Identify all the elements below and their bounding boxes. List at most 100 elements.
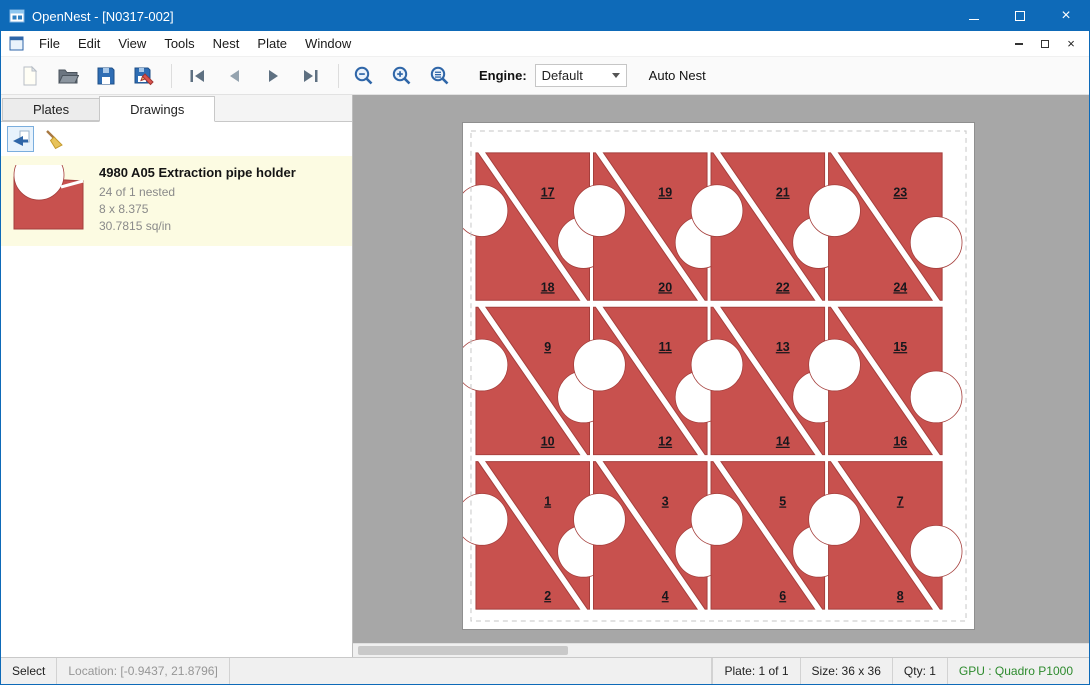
status-location: Location: [-0.9437, 21.8796]	[57, 658, 229, 684]
drawing-list-item[interactable]: 4980 A05 Extraction pipe holder 24 of 1 …	[1, 156, 352, 246]
nav-last-icon	[300, 65, 322, 87]
nav-prev-icon	[224, 65, 246, 87]
toolbar-separator	[338, 64, 339, 88]
auto-nest-label[interactable]: Auto Nest	[649, 68, 706, 83]
nest-pair[interactable]: 1516	[809, 307, 962, 454]
part-thumbnail-icon	[9, 165, 87, 235]
save-icon	[95, 65, 117, 87]
clear-button[interactable]	[39, 126, 66, 152]
part-number: 20	[658, 280, 672, 294]
zoom-fit-button[interactable]	[425, 61, 455, 91]
status-mode: Select	[1, 658, 57, 684]
part-number: 5	[779, 494, 786, 508]
status-gpu: GPU : Quadro P1000	[947, 658, 1089, 684]
first-plate-button[interactable]	[182, 61, 212, 91]
nav-next-icon	[262, 65, 284, 87]
nest-plate[interactable]: 171819202122232491011121314151612345678	[462, 122, 975, 630]
status-spacer	[230, 658, 713, 684]
drawing-area: 30.7815 sq/in	[99, 218, 296, 235]
save-edit-button[interactable]	[129, 61, 159, 91]
save-edit-icon	[133, 65, 155, 87]
menu-bar: FileEditViewToolsNestPlateWindow ×	[1, 31, 1089, 57]
mdi-restore-button[interactable]	[1033, 34, 1057, 54]
scrollbar-thumb[interactable]	[358, 646, 568, 655]
mdi-minimize-button[interactable]	[1007, 34, 1031, 54]
close-button[interactable]: ×	[1043, 1, 1089, 31]
side-panel: Plates Drawings	[1, 95, 353, 657]
part-number: 14	[776, 435, 790, 449]
document-window-icon[interactable]	[9, 36, 24, 51]
status-qty: Qty: 1	[892, 658, 947, 684]
previous-plate-button[interactable]	[220, 61, 250, 91]
zoom-in-button[interactable]	[387, 61, 417, 91]
part-number: 13	[776, 340, 790, 354]
nav-first-icon	[186, 65, 208, 87]
menu-item-nest[interactable]: Nest	[204, 31, 249, 56]
mdi-window-controls: ×	[1007, 34, 1089, 54]
zoom-fit-icon	[429, 65, 451, 87]
maximize-button[interactable]	[997, 1, 1043, 31]
pipe-hole-cutout	[910, 525, 962, 577]
part-number: 18	[541, 280, 555, 294]
part-number: 3	[662, 494, 669, 508]
drawing-title: 4980 A05 Extraction pipe holder	[99, 165, 296, 180]
minimize-button[interactable]	[951, 1, 997, 31]
part-number: 22	[776, 280, 790, 294]
pipe-hole-cutout	[809, 185, 861, 237]
pipe-hole-cutout	[691, 339, 743, 391]
tab-drawings[interactable]: Drawings	[99, 96, 215, 122]
pipe-hole-cutout	[910, 371, 962, 423]
part-number: 7	[897, 494, 904, 508]
zoom-in-icon	[391, 65, 413, 87]
title-bar: OpenNest - [N0317-002] ×	[1, 1, 1089, 31]
pipe-hole-cutout	[574, 339, 626, 391]
menu-item-file[interactable]: File	[30, 31, 69, 56]
last-plate-button[interactable]	[296, 61, 326, 91]
engine-selected-value: Default	[542, 68, 583, 83]
panel-toolbar	[1, 122, 352, 156]
mdi-close-button[interactable]: ×	[1059, 34, 1083, 54]
part-number: 19	[658, 186, 672, 200]
drawing-info: 4980 A05 Extraction pipe holder 24 of 1 …	[99, 163, 296, 239]
open-folder-icon	[57, 65, 79, 87]
part-number: 9	[544, 340, 551, 354]
status-plate: Plate: 1 of 1	[712, 658, 799, 684]
tab-plates[interactable]: Plates	[2, 98, 100, 121]
part-number: 15	[893, 340, 907, 354]
part-number: 11	[659, 340, 672, 354]
blue-arrow-icon	[10, 128, 32, 150]
open-button[interactable]	[53, 61, 83, 91]
new-document-icon	[19, 65, 41, 87]
menu-items: FileEditViewToolsNestPlateWindow	[30, 31, 360, 56]
drawing-dimensions: 8 x 8.375	[99, 201, 296, 218]
horizontal-scrollbar[interactable]	[353, 643, 1089, 657]
menu-item-plate[interactable]: Plate	[248, 31, 296, 56]
nest-pair[interactable]: 2324	[809, 153, 962, 300]
part-number: 6	[779, 589, 786, 603]
zoom-out-button[interactable]	[349, 61, 379, 91]
part-number: 12	[658, 435, 672, 449]
engine-label: Engine:	[479, 68, 527, 83]
new-document-button[interactable]	[15, 61, 45, 91]
next-plate-button[interactable]	[258, 61, 288, 91]
renest-button[interactable]	[7, 126, 34, 152]
save-button[interactable]	[91, 61, 121, 91]
app-icon	[9, 8, 25, 24]
menu-item-view[interactable]: View	[109, 31, 155, 56]
nest-canvas[interactable]: 171819202122232491011121314151612345678	[353, 95, 1089, 657]
pipe-hole-cutout	[691, 185, 743, 237]
chevron-down-icon	[612, 73, 620, 78]
nest-pair[interactable]: 78	[809, 462, 962, 609]
pipe-hole-cutout	[574, 494, 626, 546]
part-number: 24	[893, 280, 907, 294]
menu-item-edit[interactable]: Edit	[69, 31, 109, 56]
pipe-hole-cutout	[574, 185, 626, 237]
main-area: Plates Drawings	[1, 95, 1089, 657]
status-bar: Select Location: [-0.9437, 21.8796] Plat…	[1, 657, 1089, 684]
menu-item-tools[interactable]: Tools	[155, 31, 203, 56]
menu-item-window[interactable]: Window	[296, 31, 360, 56]
pipe-hole-cutout	[809, 494, 861, 546]
engine-select[interactable]: Default	[535, 64, 627, 87]
part-number: 4	[662, 589, 669, 603]
pipe-hole-cutout	[809, 339, 861, 391]
